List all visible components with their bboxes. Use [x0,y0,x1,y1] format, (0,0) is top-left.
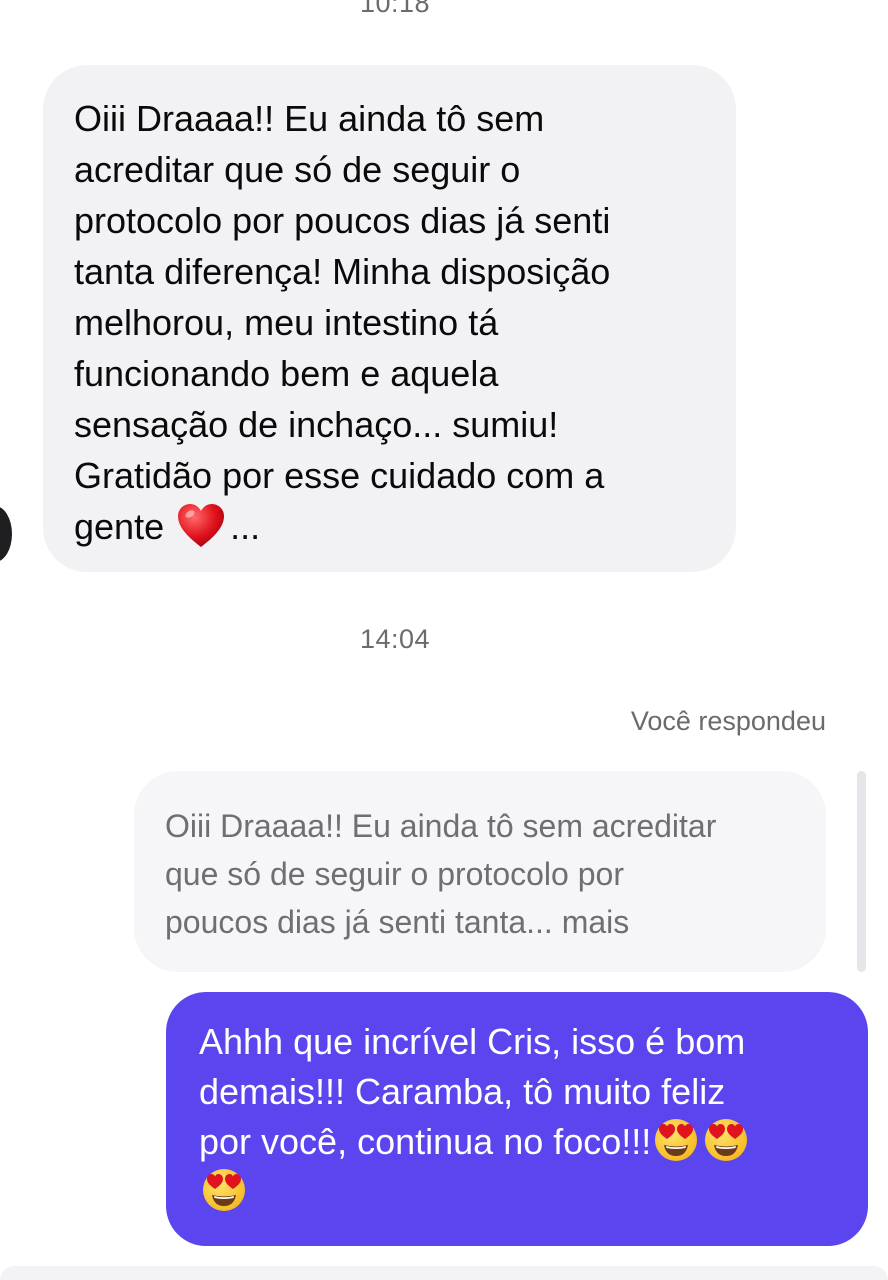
chat-screen: 10:18 Oiii Draaaa!! Eu ainda tô sem acre… [0,0,888,1280]
outgoing-message-bubble[interactable]: Ahhh que incrível Cris, isso é bom demai… [166,992,868,1246]
message-text: gente [74,506,165,547]
message-line: funcionando bem e aquela [74,353,499,394]
composer-edge [0,1266,888,1280]
heart-eyes-emoji-icon [705,1119,748,1161]
heart-eyes-emoji-icon [655,1119,698,1161]
avatar[interactable] [0,506,12,562]
timestamp-middle: 14:04 [359,624,431,654]
message-line: Gratidão por esse cuidado com a [74,455,605,496]
message-line: demais!!! Caramba, tô muito feliz [199,1071,726,1112]
incoming-message-bubble[interactable]: Oiii Draaaa!! Eu ainda tô sem acreditar … [43,65,736,572]
message-text: ... [230,506,261,547]
message-line: melhorou, meu intestino tá [74,302,499,343]
message-line: tanta diferença! Minha disposição [74,251,611,292]
red-heart-icon [178,504,225,547]
message-line-emoji [199,1167,838,1217]
reply-label: Você respondeu [630,706,826,736]
timestamp-top: 10:18 [359,0,431,18]
heart-eyes-emoji-icon [203,1169,245,1211]
preview-line: Oiii Draaaa!! Eu ainda tô sem acreditar [165,808,717,844]
message-line: acreditar que só de seguir o [74,149,521,190]
message-line-last: gente ... [74,501,706,552]
message-text: por você, continua no foco!!! [199,1121,652,1162]
message-line: protocolo por poucos dias já senti [74,200,611,241]
message-line: Oiii Draaaa!! Eu ainda tô sem [74,98,545,139]
preview-line: poucos dias já senti tanta... mais [165,904,630,940]
message-line-emoji: por você, continua no foco!!! [199,1117,838,1167]
preview-line: que só de seguir o protocolo por [165,856,624,892]
replied-message-preview[interactable]: Oiii Draaaa!! Eu ainda tô sem acreditar … [134,771,826,972]
message-line: sensação de inchaço... sumiu! [74,404,559,445]
message-line: Ahhh que incrível Cris, isso é bom [199,1021,746,1062]
reply-indicator-bar [857,771,866,972]
